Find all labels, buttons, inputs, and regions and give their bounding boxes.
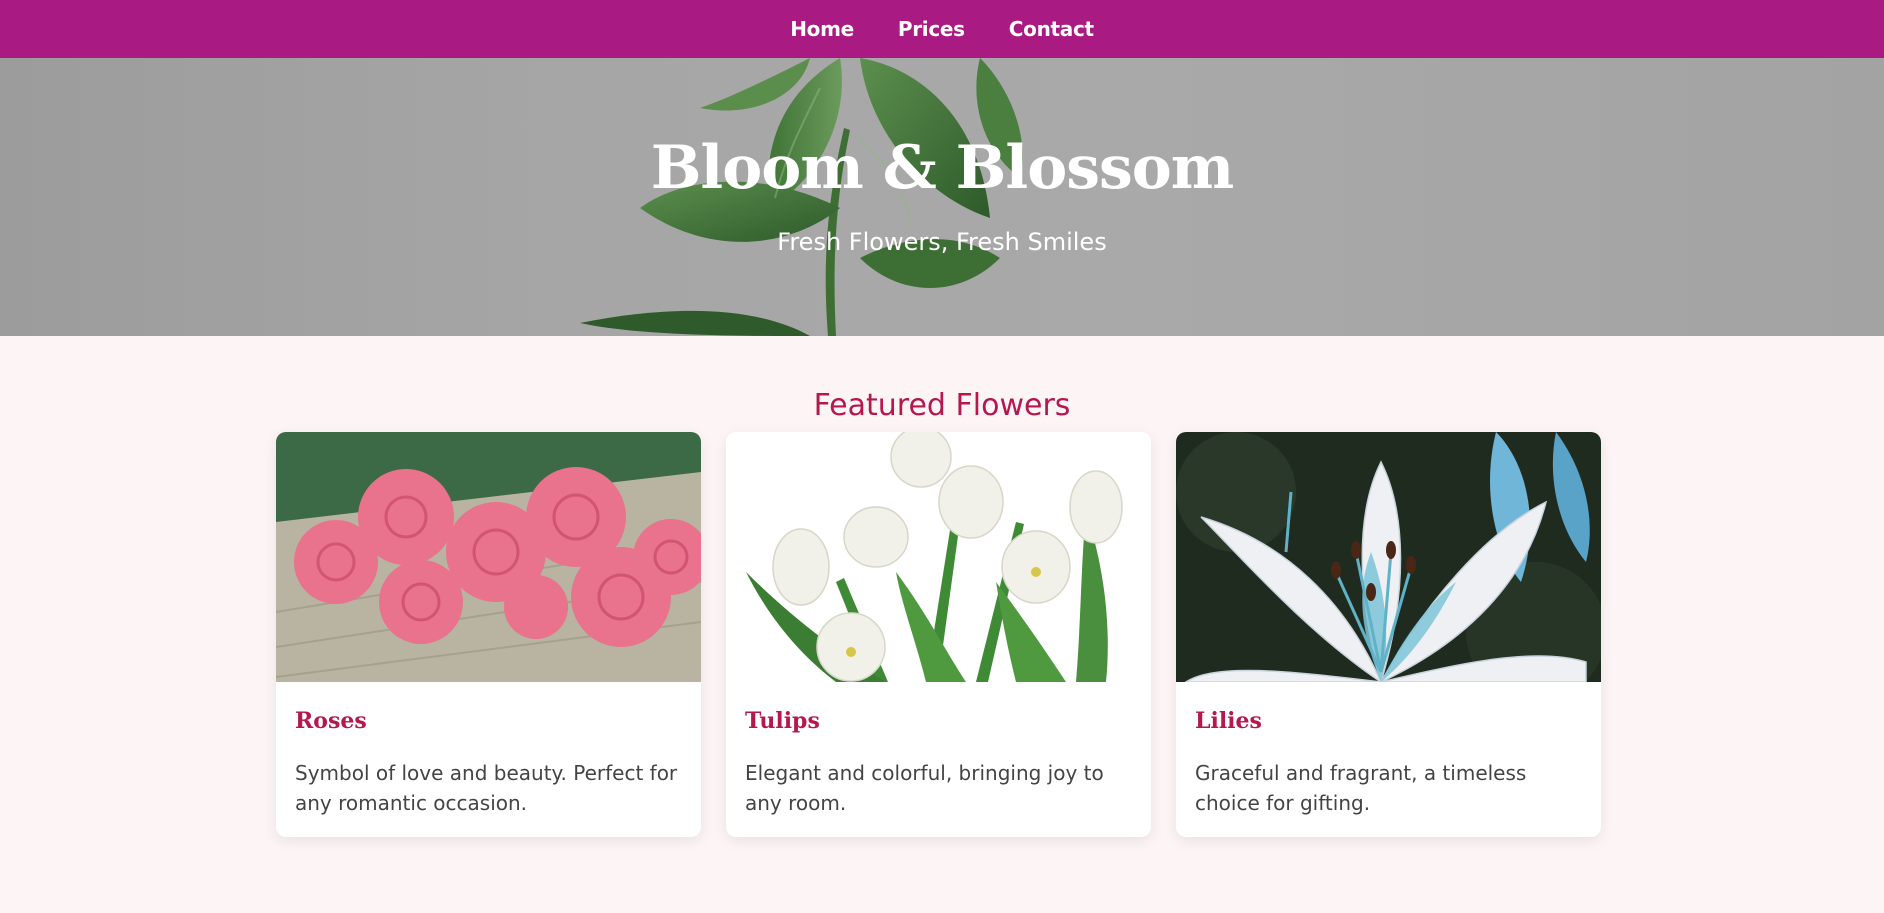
roses-image xyxy=(276,432,701,682)
nav-prices-link[interactable]: Prices xyxy=(898,17,965,41)
card-title: Lilies xyxy=(1195,708,1262,734)
hero-title: Bloom & Blossom xyxy=(650,133,1235,203)
nav-home-link[interactable]: Home xyxy=(790,17,854,41)
featured-heading: Featured Flowers xyxy=(813,388,1071,423)
card-description: Elegant and colorful, bringing joy to an… xyxy=(745,761,1104,815)
card-title: Tulips xyxy=(745,708,820,734)
lilies-image xyxy=(1176,432,1601,682)
flower-card-lilies[interactable]: Lilies Graceful and fragrant, a timeless… xyxy=(1176,432,1601,837)
card-title: Roses xyxy=(295,708,367,734)
flower-card-tulips[interactable]: Tulips Elegant and colorful, bringing jo… xyxy=(726,432,1151,837)
nav-contact-link[interactable]: Contact xyxy=(1009,17,1094,41)
hero-banner: Bloom & Blossom Fresh Flowers, Fresh Smi… xyxy=(0,58,1884,336)
hero-subtitle: Fresh Flowers, Fresh Smiles xyxy=(777,228,1107,256)
tulips-image xyxy=(726,432,1151,682)
card-description: Symbol of love and beauty. Perfect for a… xyxy=(295,761,678,815)
flower-card-roses[interactable]: Roses Symbol of love and beauty. Perfect… xyxy=(276,432,701,837)
top-navbar: Home Prices Contact xyxy=(0,0,1884,58)
card-description: Graceful and fragrant, a timeless choice… xyxy=(1195,761,1527,815)
